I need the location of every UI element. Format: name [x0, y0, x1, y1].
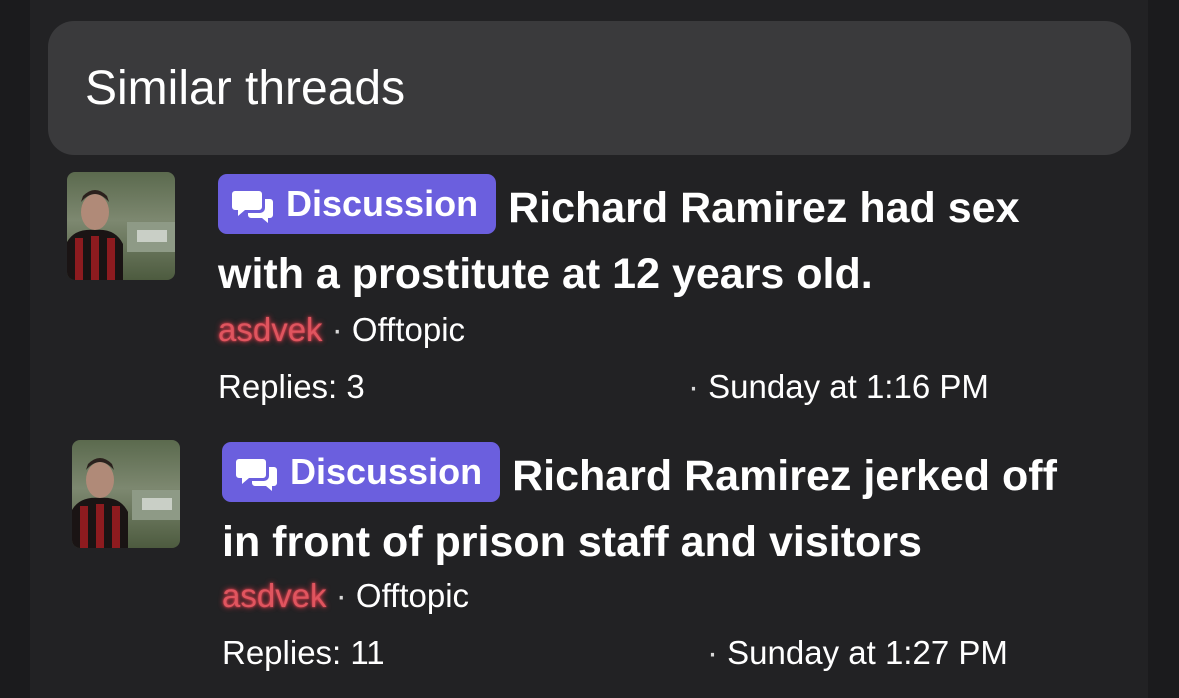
date-text: Sunday at 1:27 PM	[727, 634, 1008, 671]
separator: ·	[707, 634, 728, 671]
prefix-label: Discussion	[290, 451, 483, 492]
chat-bubbles-icon	[232, 182, 274, 242]
separator: ·	[688, 368, 709, 405]
author-link[interactable]: asdvek	[218, 311, 323, 348]
forum-link[interactable]: Offtopic	[356, 577, 469, 614]
prefix-badge[interactable]: Discussion	[222, 442, 501, 502]
thread-date: · Sunday at 1:27 PM	[707, 633, 1008, 673]
date-text: Sunday at 1:16 PM	[708, 368, 989, 405]
prefix-label: Discussion	[286, 183, 479, 224]
similar-threads-header: Similar threads	[48, 21, 1131, 155]
replies-count: Replies: 3	[218, 368, 365, 405]
forum-link[interactable]: Offtopic	[352, 311, 465, 348]
separator: ·	[335, 577, 356, 614]
section-title: Similar threads	[85, 62, 406, 115]
thread-meta: asdvek · Offtopic	[218, 310, 465, 350]
replies-count: Replies: 11	[222, 634, 385, 671]
thread-meta: asdvek · Offtopic	[222, 576, 469, 616]
thread-title[interactable]: Discussion Richard Ramirez jerked off in …	[222, 442, 1102, 575]
avatar[interactable]	[72, 440, 180, 548]
avatar[interactable]	[67, 172, 175, 280]
author-link[interactable]: asdvek	[222, 577, 327, 614]
prefix-badge[interactable]: Discussion	[218, 174, 497, 234]
separator: ·	[331, 311, 352, 348]
thread-date: · Sunday at 1:16 PM	[688, 367, 989, 407]
chat-bubbles-icon	[236, 450, 278, 510]
thread-title[interactable]: Discussion Richard Ramirez had sex with a…	[218, 174, 1098, 307]
